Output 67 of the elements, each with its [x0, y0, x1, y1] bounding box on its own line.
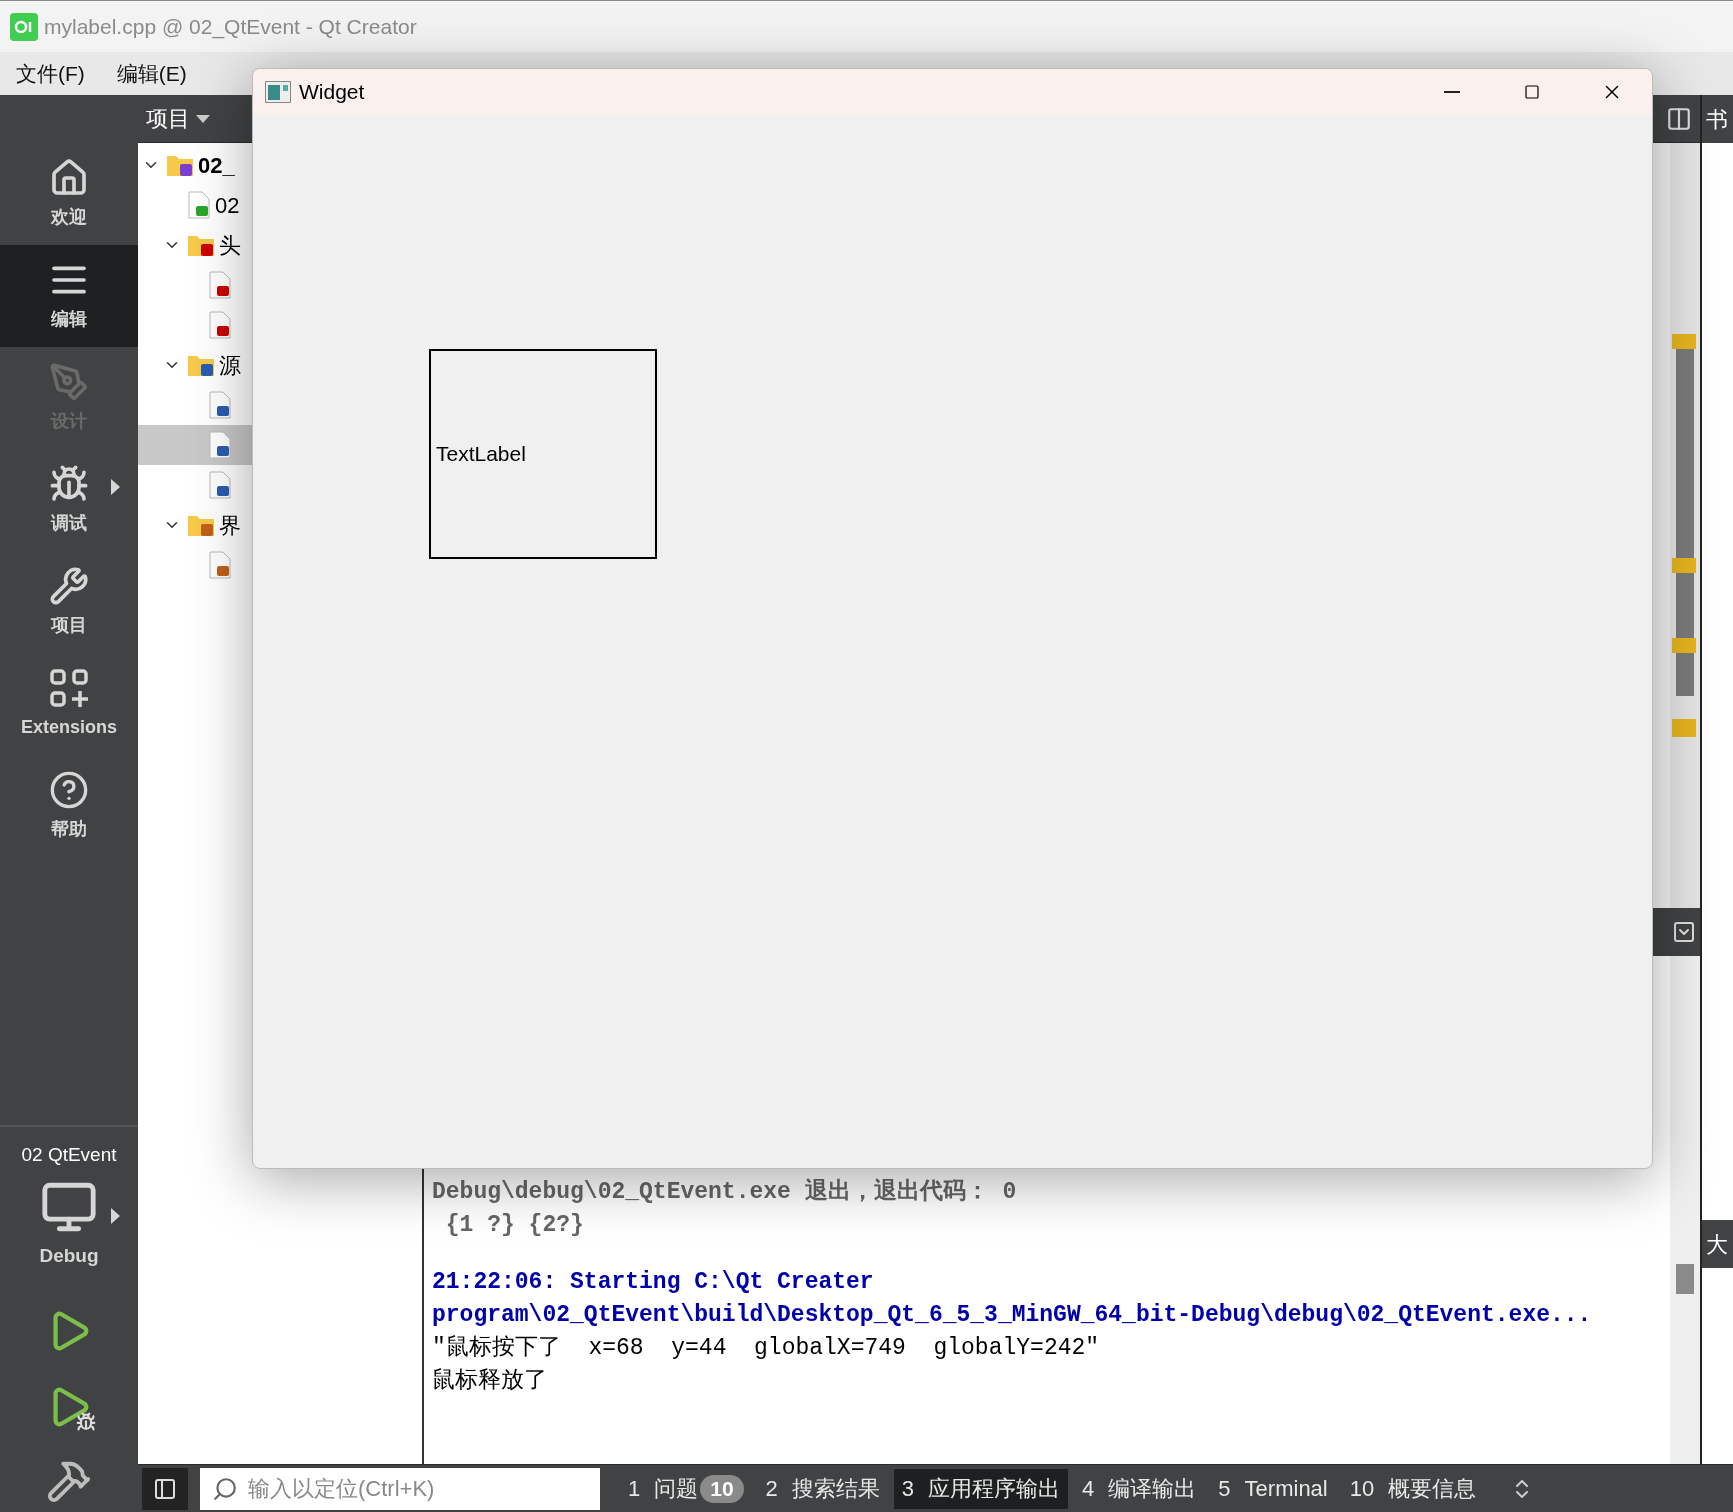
- output-line: Debug\debug\02_QtEvent.exe 退出，退出代码： 0: [432, 1177, 1018, 1207]
- wrench-icon: [49, 565, 89, 606]
- tree-label: 界: [219, 511, 241, 540]
- menu-item[interactable]: 文件(F): [6, 57, 95, 90]
- file-icon: [208, 551, 232, 579]
- window-title: mylabel.cpp @ 02_QtEvent - Qt Creator: [44, 13, 417, 41]
- kit-project: 02 QtEvent: [21, 1143, 117, 1167]
- count-badge: 10: [700, 1474, 744, 1503]
- tree-item[interactable]: 界: [138, 505, 422, 545]
- tree-item[interactable]: 02: [138, 185, 422, 225]
- search-icon: [212, 1475, 238, 1502]
- arrow-icon: [111, 1207, 120, 1224]
- output-line: "鼠标按下了 x=68 y=44 globalX=749 globalY=242": [432, 1334, 1101, 1363]
- output-tab[interactable]: 2 搜索结果: [757, 1468, 888, 1509]
- file-icon: [208, 471, 232, 499]
- sidebar-toggle[interactable]: [142, 1467, 188, 1510]
- output-scrollbar[interactable]: [1670, 956, 1700, 1464]
- tree-item[interactable]: 头: [138, 225, 422, 265]
- kit-selector[interactable]: Debug: [0, 1177, 138, 1270]
- mode-tab[interactable]: 欢迎: [0, 143, 138, 245]
- side-panel-header[interactable]: 书: [1702, 95, 1733, 143]
- split-icon[interactable]: [1666, 105, 1692, 132]
- tree-label: 02: [215, 191, 240, 220]
- menu-item[interactable]: 编辑(E): [106, 57, 197, 90]
- tree-label: 头: [219, 231, 241, 260]
- bug-icon: [49, 463, 89, 504]
- panel-icon: [153, 1476, 177, 1501]
- caret-icon: [196, 114, 210, 123]
- panel-selector[interactable]: 项目: [146, 102, 210, 135]
- output-tab[interactable]: 5 Terminal: [1210, 1468, 1336, 1509]
- app-logo-icon: [10, 12, 38, 41]
- output-line: 21:22:06: Starting C:\Qt Creater: [432, 1268, 875, 1297]
- app-window-title: Widget: [299, 79, 365, 106]
- locator-field[interactable]: 输入以定位(Ctrl+K): [200, 1467, 600, 1510]
- tree-label: 源: [219, 351, 241, 380]
- collapse-icon[interactable]: [1672, 920, 1696, 944]
- file-icon: [187, 191, 211, 219]
- editor-scrollbar[interactable]: [1670, 143, 1700, 908]
- tree-item[interactable]: 源: [138, 345, 422, 385]
- output-tab[interactable]: 3 应用程序输出: [893, 1468, 1069, 1509]
- minimize-icon: [1444, 91, 1460, 93]
- mode-tab[interactable]: 帮助: [0, 755, 138, 857]
- file-icon: [208, 391, 232, 419]
- mode-tab[interactable]: Extensions: [0, 653, 138, 755]
- file-icon: [208, 271, 232, 299]
- tree-label: 02_: [198, 151, 235, 180]
- output-tab[interactable]: 10 概要信息: [1341, 1468, 1485, 1509]
- mode-tab[interactable]: 调试: [0, 449, 138, 551]
- locator-input[interactable]: 输入以定位(Ctrl+K): [248, 1472, 588, 1505]
- maximize-icon: [1524, 84, 1540, 100]
- file-icon: [208, 311, 232, 339]
- output-tab[interactable]: 1 问题 10: [620, 1468, 752, 1509]
- pen-icon: [49, 361, 89, 402]
- window-icon: [265, 81, 291, 103]
- mode-tab[interactable]: 编辑: [0, 245, 138, 347]
- tree-item[interactable]: 02_: [138, 145, 422, 185]
- home-icon: [49, 157, 89, 198]
- extensions-icon: [49, 667, 89, 708]
- file-icon: [208, 431, 232, 459]
- side-panel-header[interactable]: 大: [1702, 1220, 1733, 1268]
- help-icon: [49, 769, 89, 810]
- output-line: program\02_QtEvent\build\Desktop_Qt_6_5_3_MinGW_64_bit-Debug\debug\02_QtEvent.exe...: [432, 1301, 1593, 1330]
- mode-tab[interactable]: 项目: [0, 551, 138, 653]
- output-line: {1 ?} {2?}: [444, 1211, 585, 1240]
- output-tab[interactable]: 4 编译输出: [1074, 1468, 1205, 1509]
- output-line: 鼠标释放了: [432, 1367, 548, 1396]
- text-label: TextLabel: [429, 349, 657, 559]
